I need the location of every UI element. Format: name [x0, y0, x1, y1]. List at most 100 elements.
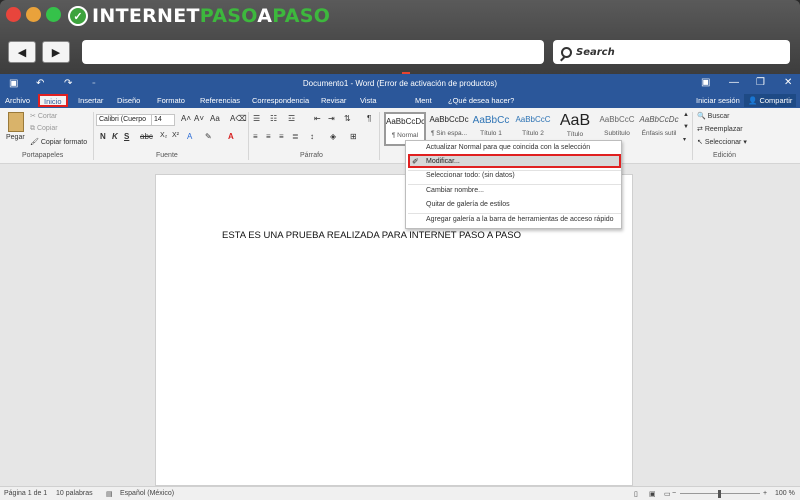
tab-insertar[interactable]: Insertar	[78, 96, 103, 105]
clear-format-icon[interactable]: A⌫	[230, 114, 247, 123]
menu-select-all[interactable]: Seleccionar todo: (sin datos)	[426, 172, 515, 179]
gallery-scroll-up-icon[interactable]: ▲	[683, 112, 689, 118]
editing-group-label: Edición	[713, 152, 736, 159]
zoom-in-icon[interactable]: +	[763, 490, 767, 497]
menu-update-normal[interactable]: Actualizar Normal para que coincida con …	[426, 144, 590, 151]
gallery-scroll-down-icon[interactable]: ▼	[683, 124, 689, 130]
decrease-indent-icon[interactable]: ⇤	[314, 114, 321, 123]
format-painter-button[interactable]: 🖌 Copiar formato	[30, 138, 87, 146]
shading-icon[interactable]: ◈	[330, 132, 336, 141]
paste-icon[interactable]	[8, 112, 24, 132]
tab-archivo[interactable]: Archivo	[5, 96, 30, 105]
bold-button[interactable]: N	[100, 132, 106, 141]
underline-button[interactable]: S	[124, 132, 129, 141]
cut-button[interactable]: ✂ Cortar	[30, 112, 57, 120]
ribbon-options-icon[interactable]: ▣	[701, 77, 710, 88]
proofing-icon[interactable]: ▤	[106, 490, 113, 498]
style-subtle-emphasis[interactable]: AaBbCcDc Énfasis sutil	[638, 112, 680, 146]
close-icon[interactable]: ✕	[784, 77, 792, 88]
ribbon-tabs: Archivo Inicio Insertar Diseño Formato R…	[0, 94, 800, 108]
select-button[interactable]: ↖ Seleccionar ▾	[697, 138, 747, 146]
show-marks-icon[interactable]: ¶	[367, 114, 371, 123]
style-context-menu: Actualizar Normal para que coincida con …	[405, 140, 622, 229]
browser-chrome: ✓ INTERNETPASOAPASO ◀ ▶ Search	[0, 0, 800, 74]
minimize-icon[interactable]: —	[729, 77, 739, 88]
zoom-slider-thumb[interactable]	[718, 490, 721, 498]
tab-revisar[interactable]: Revisar	[321, 96, 346, 105]
justify-icon[interactable]: ≣	[292, 132, 299, 141]
paste-button[interactable]: Pegar	[6, 134, 25, 141]
search-placeholder: Search	[576, 46, 615, 58]
back-arrow-icon: ◀	[17, 46, 27, 59]
word-title-bar: ▣ ↶ ↷ ₌ Documento1 - Word (Error de acti…	[0, 74, 800, 94]
share-button[interactable]: 👤 Compartir	[744, 94, 797, 107]
numbering-icon[interactable]: ☷	[270, 114, 277, 123]
menu-rename[interactable]: Cambiar nombre...	[426, 187, 484, 194]
forward-button[interactable]: ▶	[42, 41, 70, 63]
document-text[interactable]: ESTA ES UNA PRUEBA REALIZADA PARA INTERN…	[222, 230, 521, 241]
line-spacing-icon[interactable]: ↕	[310, 132, 314, 141]
align-center-icon[interactable]: ≡	[266, 132, 271, 141]
tab-ment[interactable]: Ment	[415, 96, 432, 105]
tab-inicio[interactable]: Inicio	[38, 94, 68, 107]
copy-button[interactable]: ⧉ Copiar	[30, 125, 58, 133]
shrink-font-icon[interactable]: A˅	[194, 114, 204, 123]
font-color-icon[interactable]: A	[228, 132, 234, 141]
document-title: Documento1 - Word (Error de activación d…	[302, 79, 498, 88]
font-group-label: Fuente	[156, 152, 178, 159]
web-layout-icon[interactable]: ▭	[664, 490, 671, 498]
change-case-icon[interactable]: Aa	[210, 114, 220, 123]
word-count[interactable]: 10 palabras	[56, 490, 93, 497]
logo-check-icon: ✓	[68, 6, 88, 26]
minimize-window-icon[interactable]	[26, 7, 41, 22]
subscript-icon[interactable]: X₂	[160, 132, 167, 139]
menu-modify-highlight[interactable]: ✐ Modificar...	[408, 154, 621, 168]
menu-remove-from-gallery[interactable]: Quitar de galería de estilos	[426, 201, 510, 208]
find-button[interactable]: 🔍 Buscar	[697, 112, 729, 120]
zoom-out-icon[interactable]: −	[672, 490, 676, 497]
print-layout-icon[interactable]: ▣	[649, 490, 656, 498]
ribbon: Pegar ✂ Cortar ⧉ Copiar 🖌 Copiar formato…	[0, 108, 800, 164]
status-bar: Página 1 de 1 10 palabras ▤ Español (Méx…	[0, 486, 800, 500]
tab-referencias[interactable]: Referencias	[200, 96, 240, 105]
borders-icon[interactable]: ⊞	[350, 132, 357, 141]
gallery-more-icon[interactable]: ▾	[683, 136, 686, 143]
maximize-window-icon[interactable]	[46, 7, 61, 22]
tab-correspondencia[interactable]: Correspondencia	[252, 96, 309, 105]
zoom-level[interactable]: 100 %	[775, 490, 795, 497]
browser-search-box[interactable]: Search	[553, 40, 790, 64]
address-bar[interactable]	[82, 40, 544, 64]
increase-indent-icon[interactable]: ⇥	[328, 114, 335, 123]
search-icon	[561, 46, 572, 58]
site-logo: ✓ INTERNETPASOAPASO	[68, 4, 330, 28]
paragraph-group-label: Párrafo	[300, 152, 323, 159]
read-mode-icon[interactable]: ▯	[634, 490, 638, 498]
back-button[interactable]: ◀	[8, 41, 36, 63]
align-left-icon[interactable]: ≡	[253, 132, 258, 141]
bullets-icon[interactable]: ☰	[253, 114, 260, 123]
menu-modify[interactable]: Modificar...	[426, 158, 460, 165]
strikethrough-icon[interactable]: abc	[140, 132, 153, 141]
tab-diseno[interactable]: Diseño	[117, 96, 140, 105]
text-effects-icon[interactable]: A	[187, 132, 192, 141]
italic-button[interactable]: K	[112, 132, 118, 141]
replace-button[interactable]: ⇄ Reemplazar	[697, 125, 743, 133]
sign-in-link[interactable]: Iniciar sesión	[696, 96, 740, 105]
highlight-icon[interactable]: ✎	[205, 132, 212, 141]
font-name-select[interactable]: Calibri (Cuerpo	[96, 114, 152, 126]
tab-formato[interactable]: Formato	[157, 96, 185, 105]
close-window-icon[interactable]	[6, 7, 21, 22]
tab-vista[interactable]: Vista	[360, 96, 377, 105]
superscript-icon[interactable]: X²	[172, 132, 179, 139]
tell-me-search[interactable]: ¿Qué desea hacer?	[448, 96, 514, 105]
grow-font-icon[interactable]: A˄	[181, 114, 191, 123]
language[interactable]: Español (México)	[120, 490, 174, 497]
multilevel-list-icon[interactable]: ☲	[288, 114, 295, 123]
font-size-select[interactable]: 14	[151, 114, 175, 126]
sort-icon[interactable]: ⇅	[344, 114, 351, 123]
menu-add-to-quick-access[interactable]: Agregar galería a la barra de herramient…	[426, 216, 614, 223]
align-right-icon[interactable]: ≡	[279, 132, 284, 141]
page-count[interactable]: Página 1 de 1	[4, 490, 47, 497]
person-icon: 👤	[748, 96, 760, 105]
restore-icon[interactable]: ❐	[756, 77, 765, 88]
